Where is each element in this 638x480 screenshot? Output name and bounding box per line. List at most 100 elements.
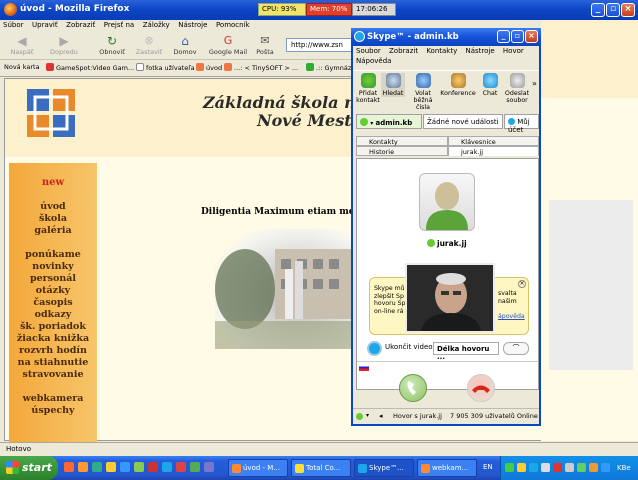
nav-webkamera[interactable]: webkamera bbox=[9, 393, 97, 405]
nav-na-stiahnutie[interactable]: na stiahnutie bbox=[9, 357, 97, 369]
skype-menu-contacts[interactable]: Kontakty bbox=[423, 46, 460, 56]
quicklaunch-icon[interactable] bbox=[106, 462, 116, 472]
volume-icon[interactable]: ⌒ bbox=[503, 342, 529, 355]
nav-stravovanie[interactable]: stravovanie bbox=[9, 369, 97, 381]
end-video-button[interactable]: Ukončit video bbox=[385, 343, 433, 351]
toolbar-overflow-icon[interactable]: » bbox=[532, 79, 537, 88]
nav-new[interactable]: new bbox=[9, 177, 97, 189]
quicklaunch-icon[interactable] bbox=[204, 462, 214, 472]
nav-galeria[interactable]: galéria bbox=[9, 225, 97, 237]
bookmark-tinysoft[interactable]: ...: < TinySOFT > ... bbox=[224, 63, 298, 72]
conference-button[interactable]: Konference bbox=[439, 73, 477, 97]
skype-titlebar[interactable]: Skype™ - admin.kb _ ▫ × bbox=[351, 28, 541, 46]
menu-bookmarks[interactable]: Záložky bbox=[140, 20, 173, 30]
quicklaunch-icon[interactable] bbox=[190, 462, 200, 472]
start-button[interactable]: start bbox=[0, 456, 58, 480]
bookmark-uvod[interactable]: úvod bbox=[196, 63, 222, 72]
call-phones-button[interactable]: Volat běžná čísla bbox=[407, 73, 439, 111]
menu-view[interactable]: Zobraziť bbox=[63, 20, 98, 30]
taskbar-item-totalcommander[interactable]: Total Co... bbox=[291, 459, 351, 477]
tab-active-call[interactable]: jurak.jj bbox=[448, 146, 539, 156]
tab-contacts[interactable]: Kontakty bbox=[356, 136, 448, 146]
end-call-button[interactable] bbox=[467, 374, 495, 402]
firefox-titlebar[interactable]: úvod - Mozilla Firefox CPU: 93% Mem: 70%… bbox=[0, 0, 638, 20]
taskbar-item-skype[interactable]: Skype™... bbox=[354, 459, 414, 477]
forward-button[interactable]: ▶ Dopredu bbox=[46, 35, 82, 56]
nav-personal[interactable]: personál bbox=[9, 273, 97, 285]
add-contact-button[interactable]: Přidat kontakt bbox=[355, 73, 381, 104]
nav-uvod[interactable]: úvod bbox=[9, 201, 97, 213]
bookmark-new-tab[interactable]: Nová karta bbox=[4, 63, 40, 71]
nav-novinky[interactable]: novinky bbox=[9, 261, 97, 273]
chat-input[interactable] bbox=[357, 361, 538, 373]
nav-ponukame[interactable]: ponúkame bbox=[9, 249, 97, 261]
answer-call-button[interactable] bbox=[399, 374, 427, 402]
skype-menu-call[interactable]: Hovor bbox=[500, 46, 527, 56]
skype-maximize-button[interactable]: ▫ bbox=[511, 30, 524, 43]
tab-dialpad[interactable]: Klávesnice bbox=[448, 136, 539, 146]
menu-file[interactable]: Súbor bbox=[0, 20, 26, 30]
tray-icon[interactable] bbox=[577, 463, 586, 472]
bookmark-gamespot[interactable]: GameSpot:Video Gam... bbox=[46, 63, 134, 72]
skype-minimize-button[interactable]: _ bbox=[497, 30, 510, 43]
stop-button[interactable]: ⊗ Zastaviť bbox=[132, 35, 166, 57]
quicklaunch-icon[interactable] bbox=[148, 462, 158, 472]
nav-odkazy[interactable]: odkazy bbox=[9, 309, 97, 321]
my-account-button[interactable]: Můj účet bbox=[504, 114, 539, 134]
maximize-button[interactable]: ▫ bbox=[606, 3, 620, 17]
tab-history[interactable]: Historie bbox=[356, 146, 448, 156]
tray-skype-icon[interactable] bbox=[529, 463, 538, 472]
tray-icon[interactable] bbox=[565, 463, 574, 472]
chat-button[interactable]: Chat bbox=[479, 73, 501, 97]
gmail-button[interactable]: G Google Mail bbox=[208, 35, 248, 57]
footer-dropdown-icon[interactable]: ▾ bbox=[366, 412, 369, 419]
bookmark-gymnaz[interactable]: .:: Gymnáz bbox=[306, 63, 351, 72]
tray-icon[interactable] bbox=[589, 463, 598, 472]
tray-icon[interactable] bbox=[517, 463, 526, 472]
address-bar[interactable]: http://www.zsn bbox=[286, 38, 358, 52]
nav-uspechy[interactable]: úspechy bbox=[9, 405, 97, 417]
call-duration-dropdown[interactable]: Délka hovoru ... bbox=[433, 342, 499, 361]
home-button[interactable]: ⌂ Domov bbox=[170, 35, 200, 56]
mail-button[interactable]: ✉ Pošta bbox=[252, 35, 278, 57]
nav-casopis[interactable]: časopis bbox=[9, 297, 97, 309]
footer-status-icon[interactable] bbox=[356, 413, 363, 420]
nav-poriadok[interactable]: šk. poriadok bbox=[9, 321, 97, 333]
menu-go[interactable]: Prejsť na bbox=[101, 20, 137, 30]
tray-icon[interactable] bbox=[601, 463, 610, 472]
skype-menu-help[interactable]: Nápověda bbox=[353, 56, 394, 66]
tray-icon[interactable] bbox=[541, 463, 550, 472]
events-button[interactable]: Žádné nové události bbox=[423, 114, 503, 129]
tip-close-icon[interactable]: × bbox=[518, 280, 526, 288]
taskbar-item-webcam[interactable]: webkam... bbox=[417, 459, 477, 477]
close-button[interactable]: × bbox=[621, 3, 635, 17]
back-button[interactable]: ◀ Naspäť bbox=[6, 35, 38, 56]
menu-tools[interactable]: Nástroje bbox=[175, 20, 210, 30]
nav-otazky[interactable]: otázky bbox=[9, 285, 97, 297]
nav-rozvrh[interactable]: rozvrh hodín bbox=[9, 345, 97, 357]
skype-close-button[interactable]: × bbox=[525, 30, 538, 43]
language-indicator[interactable]: EN bbox=[483, 463, 493, 471]
nav-skola[interactable]: škola bbox=[9, 213, 97, 225]
menu-help[interactable]: Pomocník bbox=[213, 20, 253, 30]
quicklaunch-skype-icon[interactable] bbox=[162, 462, 172, 472]
quicklaunch-icon[interactable] bbox=[92, 462, 102, 472]
taskbar-item-firefox[interactable]: úvod - M... bbox=[228, 459, 288, 477]
quicklaunch-icon[interactable] bbox=[134, 462, 144, 472]
skype-menu-file[interactable]: Soubor bbox=[353, 46, 384, 56]
skype-menu-view[interactable]: Zobrazit bbox=[386, 46, 421, 56]
skype-menu-tools[interactable]: Nástroje bbox=[462, 46, 497, 56]
tray-icon[interactable] bbox=[553, 463, 562, 472]
tip-help-link[interactable]: ápověda bbox=[498, 313, 525, 321]
quicklaunch-icon[interactable] bbox=[176, 462, 186, 472]
tray-icon[interactable] bbox=[505, 463, 514, 472]
quicklaunch-icon[interactable] bbox=[64, 462, 74, 472]
video-camera-icon[interactable] bbox=[367, 341, 382, 356]
bookmark-user-photo[interactable]: fotka užívateľa bbox=[136, 63, 195, 72]
speaker-icon[interactable]: ◂ bbox=[379, 412, 383, 420]
nav-ziacka-knizka[interactable]: žiacka knižka bbox=[9, 333, 97, 345]
reload-button[interactable]: ↻ Obnoviť bbox=[96, 35, 128, 56]
menu-edit[interactable]: Upraviť bbox=[29, 20, 61, 30]
minimize-button[interactable]: _ bbox=[591, 3, 605, 17]
online-status-dropdown[interactable]: ▾ admin.kb bbox=[356, 114, 422, 129]
